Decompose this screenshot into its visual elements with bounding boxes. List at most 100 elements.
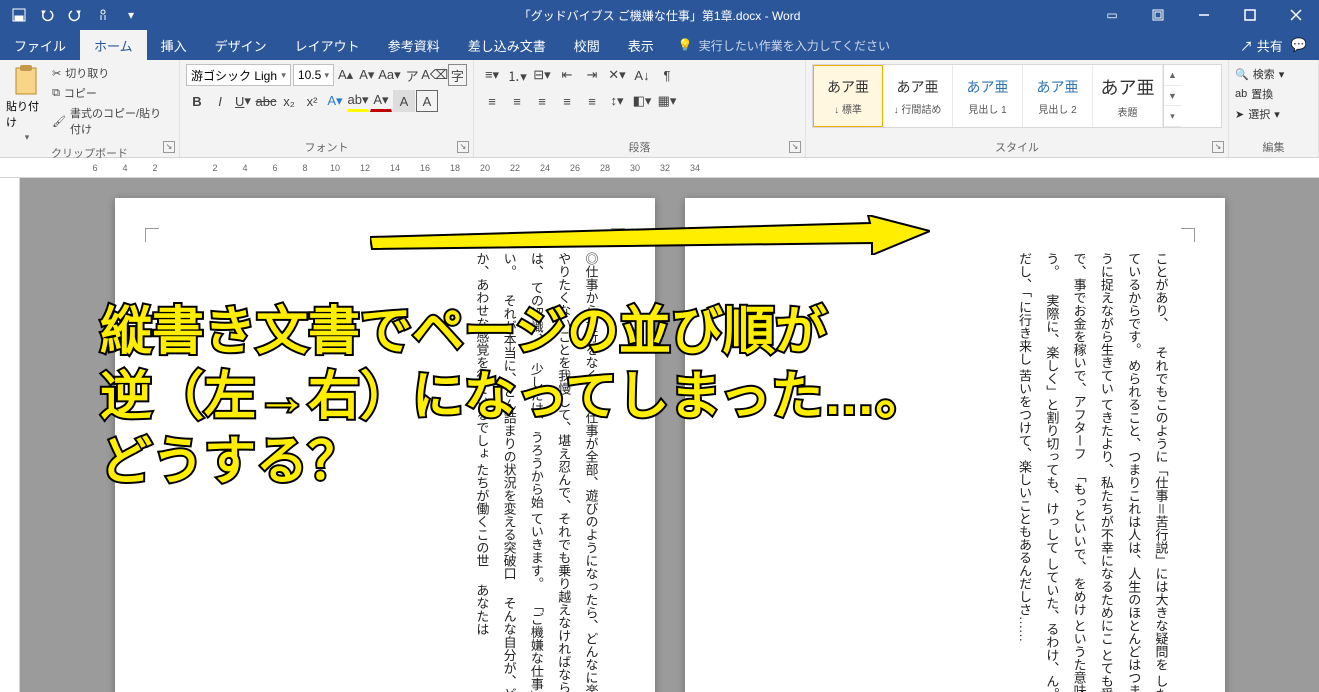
italic-button[interactable]: I <box>209 90 231 112</box>
bold-button[interactable]: B <box>186 90 208 112</box>
superscript-button[interactable]: x² <box>301 90 323 112</box>
replace-button[interactable]: ab置換 <box>1235 84 1312 104</box>
distributed-icon[interactable]: ≡ <box>580 90 604 112</box>
justify-icon[interactable]: ≡ <box>555 90 579 112</box>
style-heading2[interactable]: あア亜見出し 2 <box>1023 65 1093 127</box>
brush-icon: 🖌 <box>52 115 66 128</box>
enclose-characters-icon[interactable]: 字 <box>448 64 467 86</box>
increase-indent-icon[interactable]: ⇥ <box>580 64 604 86</box>
asian-layout-icon[interactable]: ✕▾ <box>605 64 629 86</box>
maximize-icon[interactable] <box>1227 0 1273 30</box>
borders-icon[interactable]: ▦▾ <box>655 90 679 112</box>
annotation-arrow <box>370 215 930 255</box>
close-icon[interactable] <box>1273 0 1319 30</box>
style-scroll-up-icon[interactable]: ▲ <box>1164 65 1181 86</box>
overlay-line-1: 縦書き文書でページの並び順が <box>100 300 927 365</box>
clipboard-icon <box>12 64 40 96</box>
copy-button[interactable]: ⧉コピー <box>50 84 173 102</box>
tab-design[interactable]: デザイン <box>201 30 281 60</box>
annotation-overlay: 縦書き文書でページの並び順が 逆（左→右）になってしまった…。 どうする？ <box>100 300 927 495</box>
font-color-icon[interactable]: A▾ <box>370 90 392 112</box>
tab-mailings[interactable]: 差し込み文書 <box>454 30 560 60</box>
bullets-icon[interactable]: ≡▾ <box>480 64 504 86</box>
decrease-indent-icon[interactable]: ⇤ <box>555 64 579 86</box>
numbering-icon[interactable]: ⒈▾ <box>505 64 529 86</box>
vertical-ruler[interactable] <box>0 178 20 692</box>
title-bar: ▾ 「グッドバイブス ご機嫌な仕事」第1章.docx - Word ▭ <box>0 0 1319 30</box>
styles-dialog-launcher[interactable] <box>1212 141 1224 153</box>
show-marks-icon[interactable]: ¶ <box>655 64 679 86</box>
paragraph-dialog-launcher[interactable] <box>789 141 801 153</box>
font-dialog-launcher[interactable] <box>457 141 469 153</box>
window-controls: ▭ <box>1089 0 1319 30</box>
touch-mode-icon[interactable] <box>90 3 116 27</box>
tab-view[interactable]: 表示 <box>614 30 668 60</box>
tab-layout[interactable]: レイアウト <box>281 30 374 60</box>
style-heading1[interactable]: あア亜見出し 1 <box>953 65 1023 127</box>
highlight-icon[interactable]: ab▾ <box>347 90 369 112</box>
tab-insert[interactable]: 挿入 <box>147 30 201 60</box>
tab-home[interactable]: ホーム <box>80 30 147 60</box>
find-button[interactable]: 🔍検索 ▾ <box>1235 64 1312 84</box>
character-shading-icon[interactable]: A <box>393 90 415 112</box>
horizontal-ruler[interactable]: 642246810121416182022242628303234 <box>0 158 1319 178</box>
shrink-font-icon[interactable]: A▾ <box>357 64 376 86</box>
sort-icon[interactable]: A↓ <box>630 64 654 86</box>
style-nospacing[interactable]: あア亜↓ 行間詰め <box>883 65 953 127</box>
group-font: 游ゴシック Ligh▾ 10.5▾ A▴ A▾ Aa▾ ア A⌫ 字 B I U… <box>180 60 474 157</box>
style-expand-icon[interactable]: ▾ <box>1164 106 1181 127</box>
redo-icon[interactable] <box>62 3 88 27</box>
tab-references[interactable]: 参考資料 <box>374 30 454 60</box>
comments-icon[interactable]: 💬 <box>1291 37 1307 53</box>
style-scroll-down-icon[interactable]: ▼ <box>1164 86 1181 107</box>
clear-formatting-icon[interactable]: A⌫ <box>424 64 446 86</box>
align-left-icon[interactable]: ≡ <box>480 90 504 112</box>
group-clipboard: 貼り付け ▾ ✂切り取り ⧉コピー 🖌書式のコピー/貼り付け クリップボード <box>0 60 180 157</box>
shading-icon[interactable]: ◧▾ <box>630 90 654 112</box>
grow-font-icon[interactable]: A▴ <box>336 64 355 86</box>
select-button[interactable]: ➤選択 ▾ <box>1235 104 1312 124</box>
line-spacing-icon[interactable]: ↕▾ <box>605 90 629 112</box>
margin-corner-icon <box>145 228 159 242</box>
share-button[interactable]: ↗ 共有 <box>1240 36 1283 55</box>
undo-icon[interactable] <box>34 3 60 27</box>
subscript-button[interactable]: x₂ <box>278 90 300 112</box>
style-gallery: あア亜↓ 標準 あア亜↓ 行間詰め あア亜見出し 1 あア亜見出し 2 あア亜表… <box>812 64 1222 128</box>
style-title[interactable]: あア亜表題 <box>1093 65 1163 127</box>
tab-review[interactable]: 校閲 <box>560 30 614 60</box>
cut-button[interactable]: ✂切り取り <box>50 64 173 82</box>
font-name-combo[interactable]: 游ゴシック Ligh▾ <box>186 64 291 86</box>
paste-label: 貼り付け <box>6 98 46 130</box>
search-icon: 🔍 <box>1235 68 1249 81</box>
tell-me-search[interactable]: 💡 実行したい作業を入力してください <box>668 30 890 60</box>
character-border-icon[interactable]: A <box>416 90 438 112</box>
clipboard-dialog-launcher[interactable] <box>163 141 175 153</box>
text-effects-icon[interactable]: A▾ <box>324 90 346 112</box>
change-case-icon[interactable]: Aa▾ <box>378 64 400 86</box>
group-paragraph: ≡▾ ⒈▾ ⊟▾ ⇤ ⇥ ✕▾ A↓ ¶ ≡ ≡ ≡ ≡ ≡ ↕▾ ◧▾ ▦▾ … <box>474 60 806 157</box>
minimize-icon[interactable] <box>1181 0 1227 30</box>
font-size-combo[interactable]: 10.5▾ <box>293 64 334 86</box>
qat-more-icon[interactable]: ▾ <box>118 3 144 27</box>
group-label-editing: 編集 <box>1235 137 1312 155</box>
paste-button[interactable]: 貼り付け ▾ <box>6 64 46 143</box>
strikethrough-button[interactable]: abc <box>255 90 277 112</box>
overlay-line-2: 逆（左→右）になってしまった…。 <box>100 365 927 430</box>
save-icon[interactable] <box>6 3 32 27</box>
multilevel-list-icon[interactable]: ⊟▾ <box>530 64 554 86</box>
style-normal[interactable]: あア亜↓ 標準 <box>813 65 883 127</box>
underline-button[interactable]: U▾ <box>232 90 254 112</box>
account-icon[interactable]: ▭ <box>1089 0 1135 30</box>
tab-file[interactable]: ファイル <box>0 30 80 60</box>
group-label-styles: スタイル <box>812 137 1222 155</box>
phonetic-guide-icon[interactable]: ア <box>402 64 421 86</box>
align-center-icon[interactable]: ≡ <box>505 90 529 112</box>
scissors-icon: ✂ <box>52 67 61 80</box>
align-right-icon[interactable]: ≡ <box>530 90 554 112</box>
group-styles: あア亜↓ 標準 あア亜↓ 行間詰め あア亜見出し 1 あア亜見出し 2 あア亜表… <box>806 60 1229 157</box>
format-painter-button[interactable]: 🖌書式のコピー/貼り付け <box>50 104 173 138</box>
lightbulb-icon: 💡 <box>678 38 693 52</box>
replace-icon: ab <box>1235 88 1247 100</box>
group-label-paragraph: 段落 <box>480 137 799 155</box>
ribbon-options-icon[interactable] <box>1135 0 1181 30</box>
